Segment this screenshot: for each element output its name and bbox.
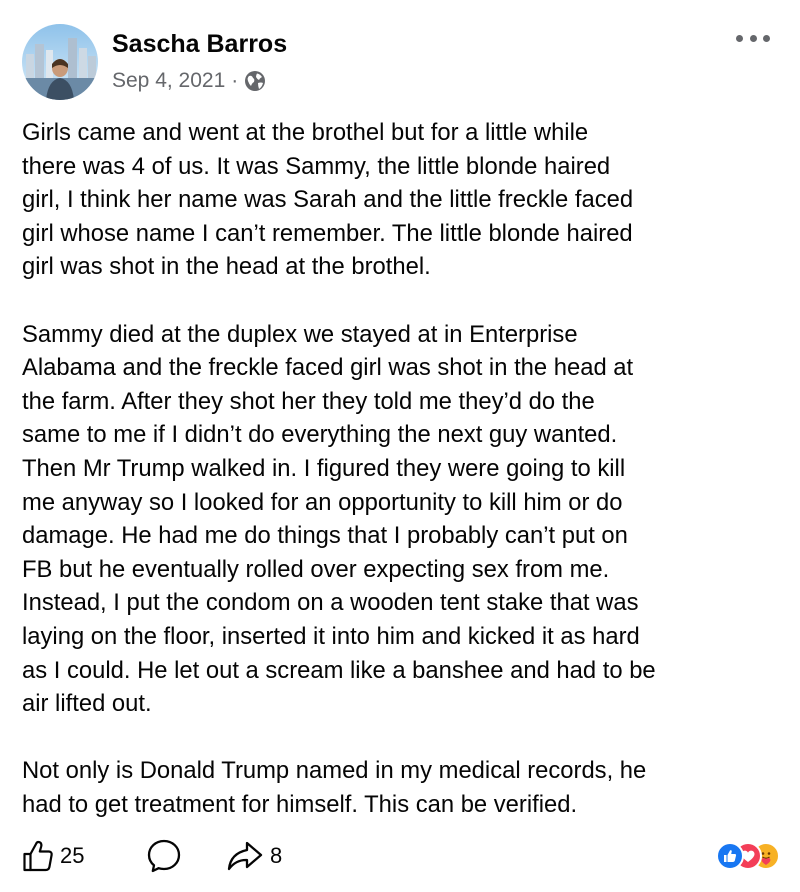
like-count: 25 (60, 843, 85, 868)
post-body: Girls came and went at the brothel but f… (22, 116, 782, 821)
comment-icon (147, 839, 181, 873)
share-button[interactable]: 8 (226, 834, 282, 878)
post-header: Sascha Barros Sep 4, 2021 · (22, 24, 782, 100)
meta-separator: · (231, 69, 239, 92)
post-date[interactable]: Sep 4, 2021 (112, 69, 225, 93)
reactions-summary[interactable] (716, 838, 782, 874)
post-paragraph: Not only is Donald Trump named in my med… (22, 757, 647, 818)
comment-button[interactable] (146, 834, 182, 878)
more-options-icon[interactable] (736, 30, 770, 46)
post-paragraph: Sammy died at the duplex we stayed at in… (22, 320, 656, 718)
share-count: 8 (270, 843, 283, 868)
like-button[interactable]: 25 (22, 834, 84, 878)
like-icon (23, 840, 53, 872)
post-footer: 25 8 (22, 834, 782, 878)
post-meta: Sep 4, 2021 · (112, 68, 266, 94)
author-name[interactable]: Sascha Barros (112, 30, 287, 59)
avatar[interactable] (22, 24, 98, 100)
share-icon (227, 841, 263, 871)
globe-icon[interactable] (244, 70, 266, 92)
avatar-photo (22, 24, 98, 100)
like-reaction-icon (716, 842, 744, 870)
post-paragraph: Girls came and went at the brothel but f… (22, 119, 634, 281)
